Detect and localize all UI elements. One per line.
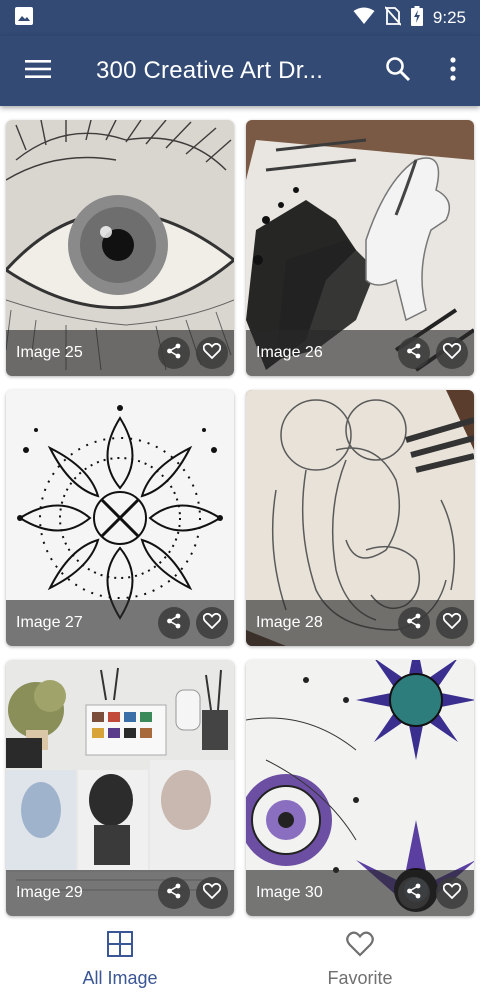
image-card[interactable]: Image 26 (246, 120, 474, 376)
image-caption: Image 29 (16, 884, 83, 901)
share-icon (406, 883, 422, 904)
image-caption: Image 27 (16, 614, 83, 631)
favorite-button[interactable] (436, 337, 468, 369)
app-bar: 300 Creative Art Dr... (0, 36, 480, 106)
image-caption: Image 28 (256, 614, 323, 631)
battery-charging-icon (410, 5, 423, 31)
image-caption-bar: Image 25 (6, 330, 234, 376)
grid-icon (107, 931, 133, 962)
page-title: 300 Creative Art Dr... (96, 57, 324, 84)
more-options-button[interactable] (426, 36, 480, 106)
search-icon (385, 56, 411, 87)
share-button[interactable] (158, 337, 190, 369)
hamburger-menu-icon (25, 59, 51, 84)
share-icon (166, 343, 182, 364)
heart-outline-icon (202, 342, 222, 364)
share-button[interactable] (158, 607, 190, 639)
no-sim-icon (384, 5, 402, 31)
favorite-button[interactable] (436, 607, 468, 639)
share-button[interactable] (158, 877, 190, 909)
share-icon (166, 883, 182, 904)
nav-item-favorite[interactable]: Favorite (240, 920, 480, 1000)
image-caption-bar: Image 29 (6, 870, 234, 916)
image-grid[interactable]: Image 25 Image 26 Image 27 Image 28 Imag… (0, 106, 480, 920)
image-caption-bar: Image 26 (246, 330, 474, 376)
bottom-navigation: All Image Favorite (0, 920, 480, 1000)
gallery-notification-icon (14, 6, 34, 31)
nav-label-all-image: All Image (82, 968, 158, 988)
heart-outline-icon (202, 612, 222, 634)
favorite-button[interactable] (196, 337, 228, 369)
image-caption-bar: Image 28 (246, 600, 474, 646)
favorite-button[interactable] (436, 877, 468, 909)
more-vert-icon (449, 56, 457, 86)
image-card[interactable]: Image 27 (6, 390, 234, 646)
favorite-button[interactable] (196, 607, 228, 639)
heart-outline-icon (202, 882, 222, 904)
image-card[interactable]: Image 30 (246, 660, 474, 916)
heart-outline-icon (442, 342, 462, 364)
image-caption: Image 30 (256, 884, 323, 901)
share-button[interactable] (398, 607, 430, 639)
favorite-button[interactable] (196, 877, 228, 909)
share-icon (406, 343, 422, 364)
image-caption: Image 26 (256, 344, 323, 361)
share-icon (406, 613, 422, 634)
nav-item-all-image[interactable]: All Image (0, 920, 240, 1000)
share-button[interactable] (398, 877, 430, 909)
status-time: 9:25 (432, 8, 466, 27)
image-card[interactable]: Image 25 (6, 120, 234, 376)
image-caption-bar: Image 27 (6, 600, 234, 646)
image-card[interactable]: Image 28 (246, 390, 474, 646)
search-button[interactable] (370, 36, 426, 106)
image-caption: Image 25 (16, 344, 83, 361)
heart-outline-icon (442, 882, 462, 904)
image-caption-bar: Image 30 (246, 870, 474, 916)
share-icon (166, 613, 182, 634)
wifi-icon (353, 7, 375, 30)
image-card[interactable]: Image 29 (6, 660, 234, 916)
nav-label-favorite: Favorite (327, 968, 393, 988)
status-bar: 9:25 (0, 0, 480, 36)
share-button[interactable] (398, 337, 430, 369)
menu-button[interactable] (0, 36, 76, 106)
heart-icon (346, 931, 374, 962)
heart-outline-icon (442, 612, 462, 634)
